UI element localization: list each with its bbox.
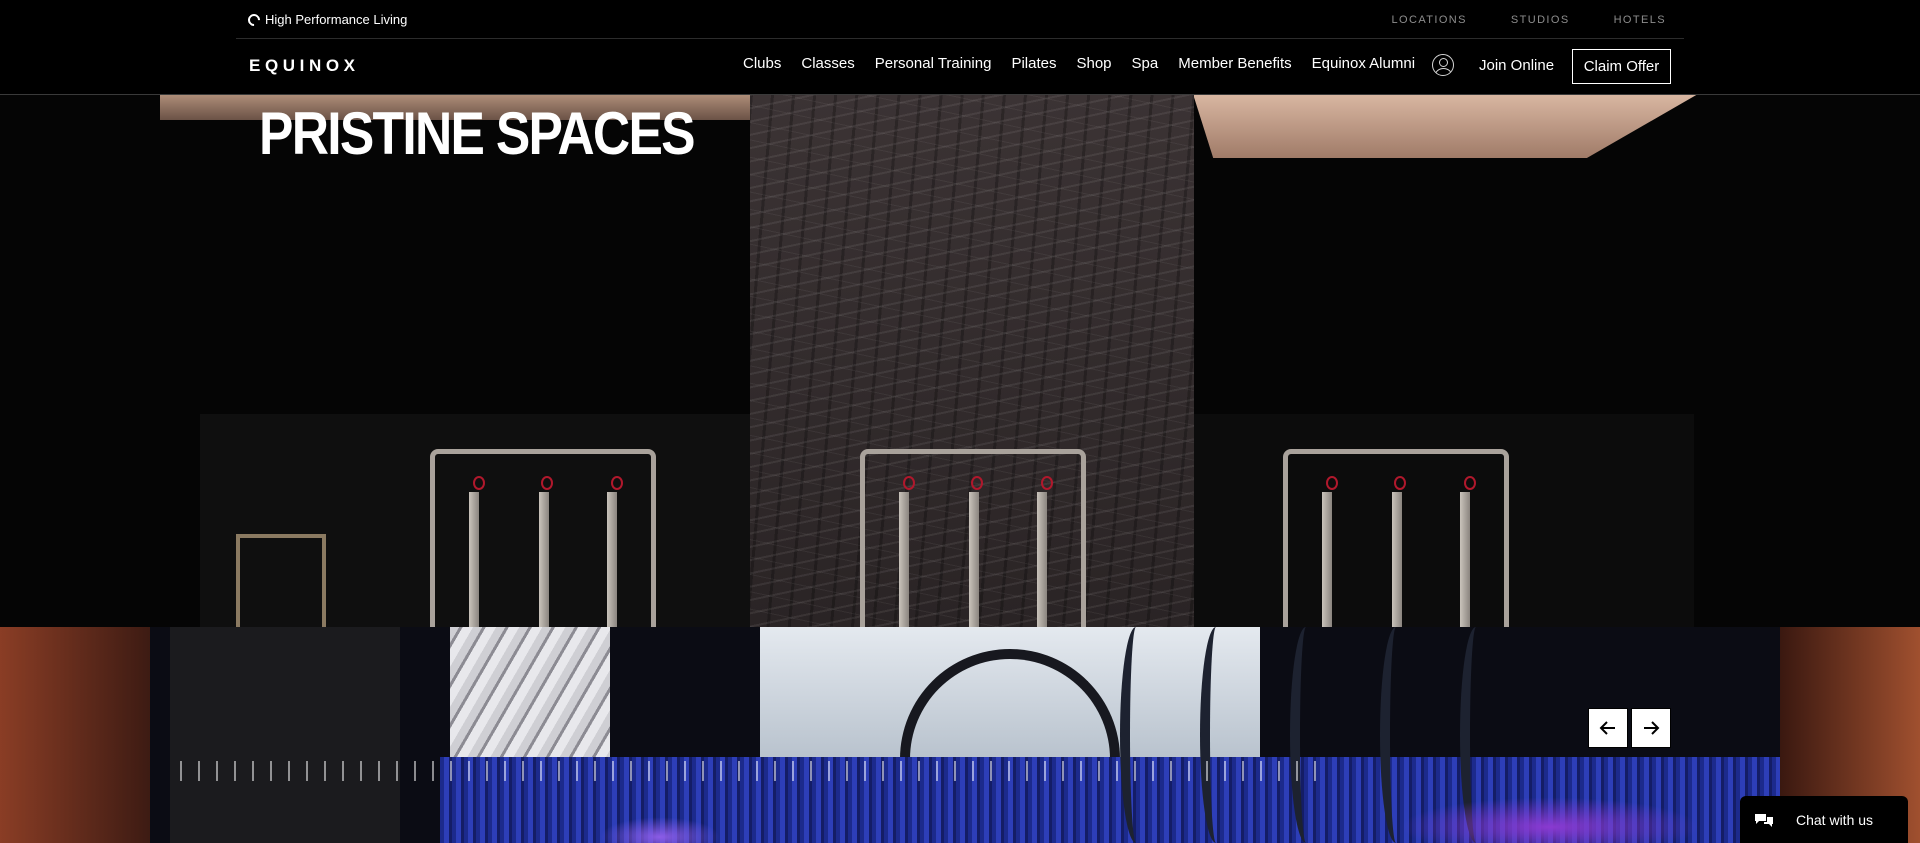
carousel-prev-button[interactable] [1588, 708, 1628, 748]
equinox-logo[interactable]: EQUINOX [249, 56, 360, 76]
dark-wall [170, 627, 400, 843]
pilates-reformer [860, 449, 1086, 627]
nav-equinox-alumni[interactable]: Equinox Alumni [1312, 55, 1415, 72]
equinox-mark-icon [245, 11, 263, 28]
nav-shop[interactable]: Shop [1076, 55, 1111, 72]
pilates-reformer [430, 449, 656, 627]
claim-offer-button[interactable]: Claim Offer [1572, 49, 1671, 84]
chat-bubbles-icon [1754, 812, 1774, 828]
tagline[interactable]: High Performance Living [245, 11, 408, 28]
arrow-right-icon [1644, 721, 1660, 735]
chat-label: Chat with us [1796, 811, 1874, 828]
nav-classes[interactable]: Classes [801, 55, 854, 72]
carousel-next-button[interactable] [1631, 708, 1671, 748]
site-header: High Performance Living LOCATIONS STUDIO… [0, 0, 1920, 95]
light-reflection [180, 761, 1320, 781]
pilates-reformer [1283, 449, 1509, 627]
treadmill-rail [1290, 627, 1322, 843]
chat-with-us-button[interactable]: Chat with us [1740, 796, 1908, 843]
ceiling-panel [1193, 94, 1698, 158]
purple-glow [1400, 797, 1700, 843]
arrow-left-icon [1599, 721, 1615, 735]
utility-link-hotels[interactable]: HOTELS [1614, 14, 1666, 26]
nav-spa[interactable]: Spa [1132, 55, 1159, 72]
nav-clubs[interactable]: Clubs [743, 55, 781, 72]
treadmill-rail [1120, 627, 1152, 843]
utility-bar: High Performance Living LOCATIONS STUDIO… [236, 0, 1684, 39]
treadmill-rail [1200, 627, 1232, 843]
tagline-text: High Performance Living [265, 12, 408, 27]
copper-wall [0, 627, 150, 843]
join-online-link[interactable]: Join Online [1479, 57, 1554, 74]
utility-links: LOCATIONS STUDIOS HOTELS [1392, 14, 1666, 26]
nav-pilates[interactable]: Pilates [1011, 55, 1056, 72]
reformer-frame [236, 534, 326, 627]
nav-personal-training[interactable]: Personal Training [875, 55, 992, 72]
hero-title: PRISTINE SPACES [259, 100, 696, 167]
user-circle-icon[interactable] [1432, 54, 1454, 76]
hero-slide: PRISTINE SPACES [0, 94, 1920, 627]
purple-glow [600, 817, 720, 843]
main-nav: Clubs Classes Personal Training Pilates … [743, 55, 1435, 72]
utility-link-studios[interactable]: STUDIOS [1511, 14, 1570, 26]
utility-link-locations[interactable]: LOCATIONS [1392, 14, 1467, 26]
nav-member-benefits[interactable]: Member Benefits [1178, 55, 1291, 72]
